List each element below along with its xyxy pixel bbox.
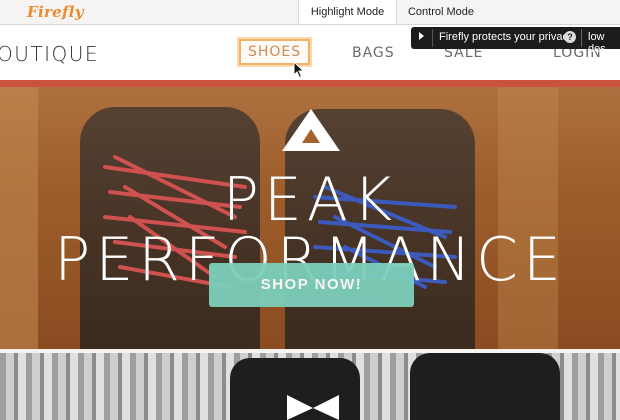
secondary-banner — [0, 353, 620, 420]
firefly-toolbar: Firefly Highlight Mode Control Mode — [0, 0, 620, 25]
mouse-cursor-icon — [293, 61, 305, 79]
low-description-option[interactable]: low des — [588, 31, 620, 55]
highlight-mode-tab[interactable]: Highlight Mode — [298, 0, 397, 24]
firefly-logo: Firefly — [27, 3, 84, 21]
privacy-toast[interactable]: Firefly protects your privacy ? low des — [411, 27, 620, 55]
black-boot-image-2 — [410, 353, 560, 420]
bowtie-logo-icon — [287, 395, 339, 420]
mountain-logo-icon — [282, 109, 340, 151]
help-icon[interactable]: ? — [564, 31, 576, 43]
shop-now-button[interactable]: SHOP NOW! — [209, 263, 414, 307]
play-arrow-icon[interactable] — [419, 32, 424, 40]
nav-bags-link[interactable]: BAGS — [352, 45, 395, 61]
control-mode-tab[interactable]: Control Mode — [396, 0, 486, 24]
accent-strip — [0, 80, 620, 87]
privacy-message: Firefly protects your privacy — [439, 31, 574, 43]
hero-banner: PEAK PERFORMANCE SHOP NOW! — [0, 87, 620, 349]
site-brand[interactable]: OUTIQUE — [0, 42, 99, 66]
